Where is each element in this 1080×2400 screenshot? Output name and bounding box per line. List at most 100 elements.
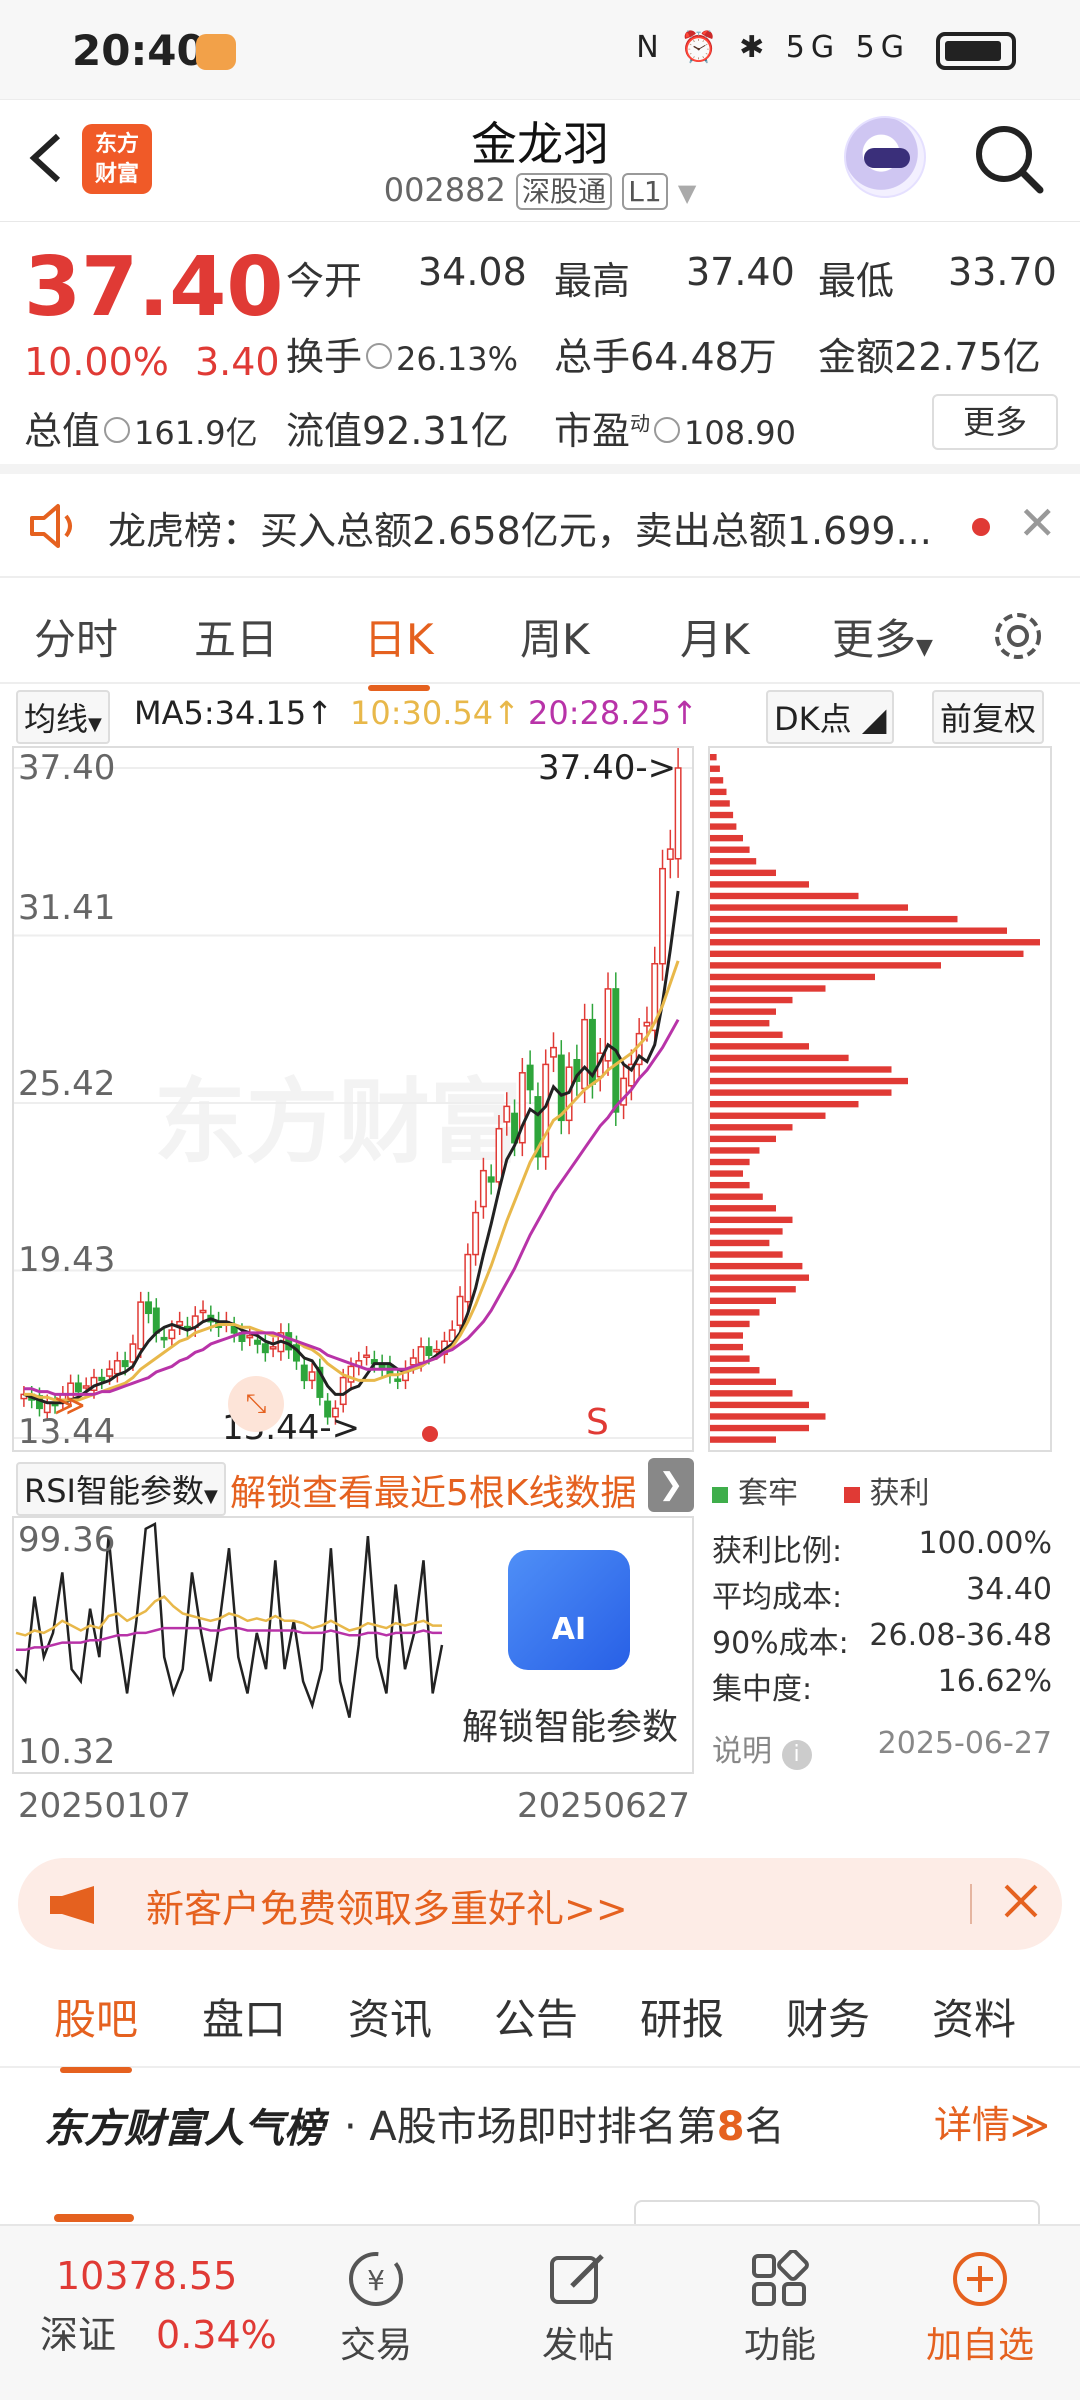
- tab-daily-k[interactable]: 日K: [364, 606, 434, 691]
- nav-trade-label: 交易: [339, 2325, 412, 2366]
- tab-five-day[interactable]: 五日: [194, 606, 278, 667]
- more-button[interactable]: 更多: [932, 394, 1058, 450]
- app-logo: 东方财富: [82, 124, 152, 194]
- dist-row: 90%成本: 26.08-36.48: [712, 1618, 1052, 1662]
- nav-functions[interactable]: 功能: [710, 2238, 850, 2368]
- dk-point-button[interactable]: DK点 ◢: [766, 690, 895, 744]
- close-icon[interactable]: ✕: [1018, 496, 1057, 550]
- ma5-value: MA5:34.15↑: [134, 694, 334, 732]
- expand-icon[interactable]: ⤡: [228, 1376, 284, 1432]
- tab-more[interactable]: 更多▼: [832, 606, 933, 667]
- chip-distribution-chart[interactable]: [708, 746, 1052, 1452]
- rsi-selector[interactable]: RSI智能参数▼: [16, 1462, 226, 1516]
- detail-link[interactable]: 详情≫: [934, 2094, 1050, 2149]
- kline-chart[interactable]: 东方财富 37.40 31.41 25.42 19.43 13.44 37.40…: [12, 746, 694, 1452]
- ma10-value: 10:30.54↑: [350, 694, 520, 732]
- tab-news[interactable]: 资讯: [348, 1986, 432, 2047]
- ai-unlock-panel[interactable]: AI 解锁智能参数: [450, 1520, 690, 1770]
- chip-bar: [710, 1367, 760, 1374]
- dist-row-label: 集中度:: [712, 1672, 813, 1707]
- rank-number: 8: [716, 2104, 745, 2150]
- chip-bar: [710, 1274, 809, 1281]
- note-date: 2025-06-27: [877, 1726, 1052, 1761]
- index-change: 0.34%: [156, 2313, 277, 2357]
- chip-bar: [710, 1031, 783, 1038]
- plus-circle-icon: [953, 2252, 1007, 2306]
- index-widget[interactable]: 10378.55 深证 0.34%: [40, 2254, 277, 2359]
- chip-bar: [710, 1158, 750, 1166]
- amount-label: 金额: [818, 335, 895, 379]
- unlock-kline-link[interactable]: 解锁查看最近5根K线数据: [230, 1464, 637, 1516]
- candle-body: [363, 1354, 371, 1358]
- nav-trade[interactable]: ¥ 交易: [306, 2238, 446, 2368]
- speaker-icon: [30, 504, 72, 548]
- chip-bar: [710, 811, 734, 819]
- chip-bar: [710, 1309, 760, 1316]
- dragon-tiger-notice[interactable]: 龙虎榜：买入总额2.658亿元，卖出总额1.699... ✕: [0, 474, 1080, 578]
- level-tag: L1: [622, 173, 668, 210]
- amount-value: 22.75亿: [894, 335, 1041, 379]
- open-value: 34.08: [418, 250, 527, 294]
- search-button[interactable]: [972, 122, 1046, 196]
- candle-body: [106, 1368, 114, 1377]
- chip-bar: [710, 1124, 793, 1131]
- tab-pankou[interactable]: 盘口: [202, 1986, 286, 2047]
- float-label: 流值: [286, 409, 363, 453]
- candle-body: [254, 1339, 262, 1345]
- nav-add-watchlist[interactable]: 加自选: [910, 2238, 1050, 2368]
- search-icon: [976, 126, 1044, 194]
- nav-post[interactable]: 发帖: [508, 2238, 648, 2368]
- chip-bar: [710, 1193, 763, 1200]
- tab-announcements[interactable]: 公告: [494, 1986, 578, 2047]
- info-icon[interactable]: [104, 416, 131, 443]
- tab-profile[interactable]: 资料: [932, 1986, 1016, 2047]
- dist-row: 集中度: 16.62%: [712, 1664, 1052, 1708]
- distribution-legend: 套牢 获利: [712, 1468, 930, 1512]
- y-label: 19.43: [18, 1240, 116, 1280]
- chip-bar: [710, 1135, 776, 1143]
- chip-bar: [710, 1170, 743, 1177]
- edit-icon: [550, 2254, 604, 2304]
- close-icon[interactable]: [984, 1870, 1056, 1934]
- gear-icon[interactable]: [990, 608, 1046, 664]
- last-price-marker: 37.40->: [538, 748, 677, 788]
- chip-bar: [710, 973, 875, 981]
- chip-bar: [710, 1101, 859, 1108]
- chip-bar: [710, 1401, 809, 1409]
- chip-bar: [710, 1043, 809, 1050]
- tab-weekly-k[interactable]: 周K: [520, 606, 590, 667]
- rsi-bar: RSI智能参数▼ 解锁查看最近5根K线数据 ❯: [12, 1456, 694, 1516]
- assistant-avatar[interactable]: [844, 116, 926, 198]
- info-icon[interactable]: [654, 416, 681, 443]
- chevron-right-icon[interactable]: ❯: [648, 1458, 694, 1512]
- tab-monthly-k[interactable]: 月K: [680, 606, 750, 667]
- candle-body: [495, 1127, 503, 1183]
- chevron-left-icon: [29, 133, 61, 183]
- tab-research[interactable]: 研报: [640, 1986, 724, 2047]
- candle-body: [409, 1357, 417, 1366]
- status-bar: 20:40 N ⏰ ✱ 5G 5G: [0, 0, 1080, 100]
- info-icon: i: [781, 1740, 812, 1770]
- chip-bar: [710, 892, 859, 900]
- ma-selector[interactable]: 均线▼: [16, 690, 110, 744]
- chip-bar: [710, 1424, 809, 1432]
- open-label: 今开: [286, 259, 363, 303]
- adjust-button[interactable]: 前复权: [932, 690, 1045, 744]
- promo-banner[interactable]: 新客户免费领取多重好礼>>: [18, 1858, 1062, 1950]
- chip-bar: [710, 1216, 793, 1224]
- tab-guba[interactable]: 股吧: [54, 1986, 138, 2073]
- candle-body: [308, 1371, 316, 1382]
- info-icon[interactable]: [366, 342, 393, 369]
- tab-finance[interactable]: 财务: [786, 1986, 870, 2047]
- double-chevron-icon[interactable]: ≫: [54, 1388, 85, 1423]
- popularity-row[interactable]: 东方财富人气榜 · A股市场即时排名第8名 详情≫: [0, 2070, 1080, 2170]
- nav-add-label: 加自选: [925, 2325, 1034, 2366]
- dist-note[interactable]: 说明 i 2025-06-27: [712, 1726, 1052, 1770]
- tab-minute[interactable]: 分时: [34, 606, 118, 667]
- volume-label: 总手: [554, 335, 631, 379]
- chip-bar: [710, 950, 1024, 957]
- ma10-line: [23, 960, 680, 1402]
- back-button[interactable]: [22, 128, 72, 188]
- chip-bar: [710, 800, 730, 807]
- rank-prefix: · A股市场即时排名第: [344, 2104, 717, 2150]
